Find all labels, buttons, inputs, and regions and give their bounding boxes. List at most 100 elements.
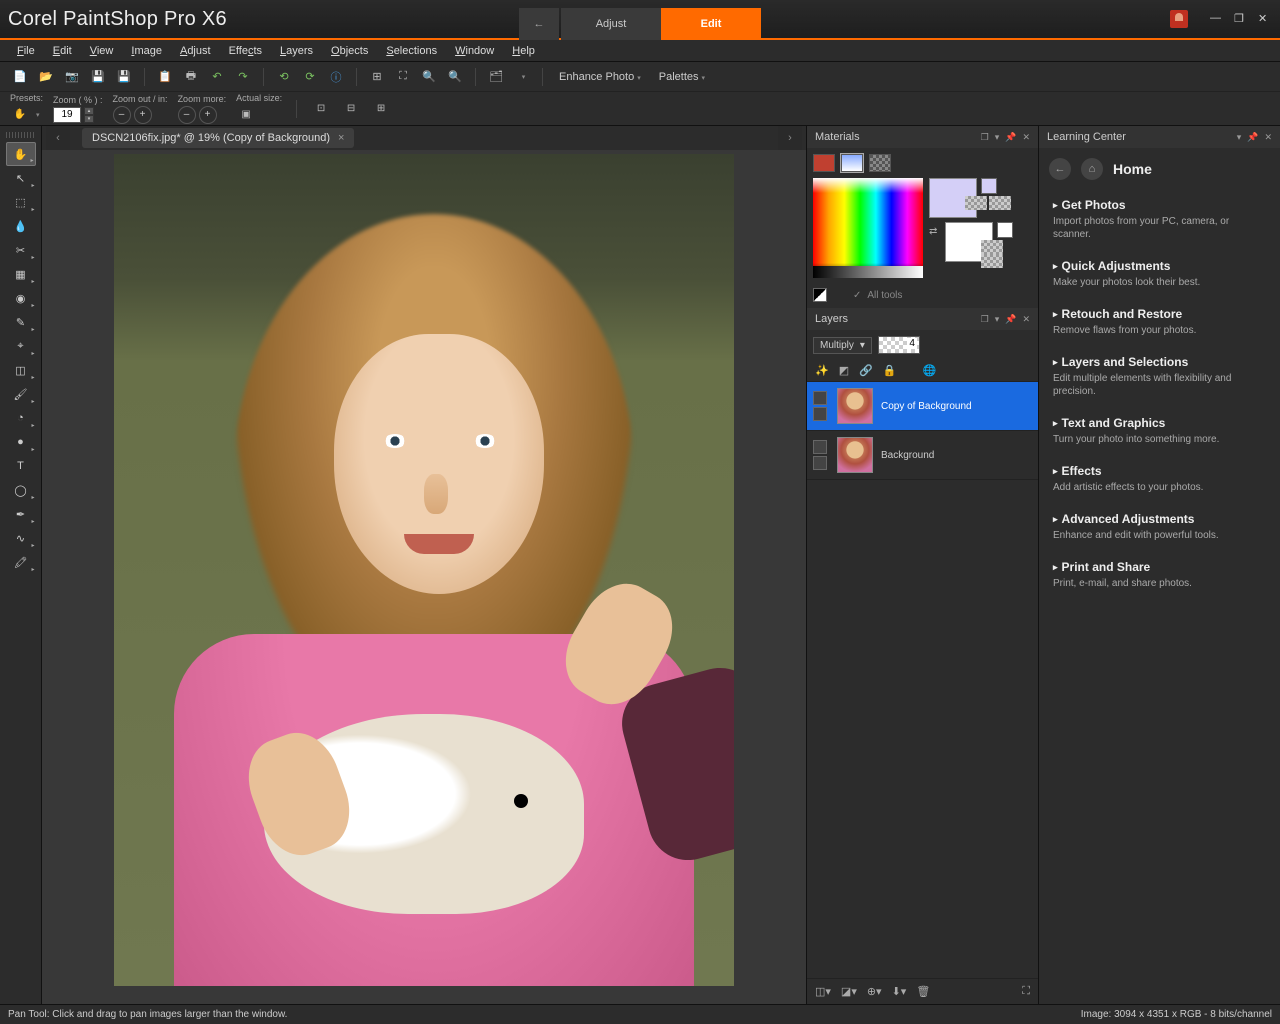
learning-section[interactable]: Get PhotosImport photos from your PC, ca… (1039, 190, 1280, 251)
layer-thumbnail[interactable] (837, 437, 873, 473)
mode-back-button[interactable]: ← (519, 8, 559, 40)
panel-window-icon[interactable]: ❐ (981, 314, 989, 325)
menu-view[interactable]: View (81, 42, 123, 60)
opacity-input[interactable]: 4 (878, 336, 920, 354)
layers-panel-header[interactable]: Layers ❐▾📌✕ (807, 308, 1038, 330)
color-picker-rainbow[interactable] (813, 178, 923, 278)
red-eye-tool[interactable]: ◉▸ (6, 286, 36, 310)
fit-window-icon[interactable]: ⊡ (311, 99, 331, 119)
zoom-in-icon[interactable]: 🔍 (419, 67, 439, 87)
swatch-mode-frame-icon[interactable] (813, 154, 835, 172)
learning-section[interactable]: EffectsAdd artistic effects to your phot… (1039, 456, 1280, 504)
layer-visibility-toggles[interactable] (813, 391, 829, 421)
save-as-icon[interactable]: 💾 (114, 67, 134, 87)
merge-icon[interactable]: ⬇▾ (892, 985, 907, 998)
menu-image[interactable]: Image (122, 42, 171, 60)
panel-close-icon[interactable]: ✕ (1022, 132, 1030, 143)
shape-tool[interactable]: ◯▸ (6, 478, 36, 502)
preset-pan-icon[interactable]: ✋ (10, 105, 30, 125)
layer-fx-icon[interactable]: ✨ (815, 364, 829, 377)
scratch-tool[interactable]: ◫▸ (6, 358, 36, 382)
copy-icon[interactable]: 📋 (155, 67, 175, 87)
maximize-button[interactable]: ❐ (1234, 12, 1248, 26)
zoom-out-more-icon[interactable]: – (178, 106, 196, 124)
resize-icon[interactable]: ⊞ (367, 67, 387, 87)
menu-effects[interactable]: Effects (220, 42, 271, 60)
menu-layers[interactable]: Layers (271, 42, 322, 60)
pan-tool[interactable]: ✋▸ (6, 142, 36, 166)
enhance-photo-menu[interactable]: Enhance Photo (553, 71, 647, 83)
straighten-tool[interactable]: ▦▸ (6, 262, 36, 286)
close-button[interactable]: ✕ (1258, 12, 1272, 26)
new-file-icon[interactable]: 📄 (10, 67, 30, 87)
user-account-icon[interactable] (1170, 10, 1188, 28)
open-file-icon[interactable]: 📂 (36, 67, 56, 87)
zoom-spinner[interactable]: ▴▾ (84, 107, 94, 123)
delete-layer-icon[interactable]: 🗑 (916, 985, 930, 998)
menu-help[interactable]: Help (503, 42, 544, 60)
crop-tool[interactable]: ✂▸ (6, 238, 36, 262)
document-tab[interactable]: DSCN2106fix.jpg* @ 19% (Copy of Backgrou… (82, 128, 354, 148)
learning-section[interactable]: Layers and SelectionsEdit multiple eleme… (1039, 347, 1280, 408)
layer-thumbnail[interactable] (837, 388, 873, 424)
save-icon[interactable]: 💾 (88, 67, 108, 87)
fit-screen-icon[interactable]: ⊟ (341, 99, 361, 119)
expand-layers-icon[interactable]: ⛶ (1022, 985, 1030, 998)
panel-pin-icon[interactable]: 📌 (1005, 132, 1016, 143)
warp-tool[interactable]: ∿▸ (6, 526, 36, 550)
panel-close-icon[interactable]: ✕ (1264, 132, 1272, 143)
zoom-in-more-icon[interactable]: + (199, 106, 217, 124)
learning-center-header[interactable]: Learning Center ▾📌✕ (1039, 126, 1280, 148)
actual-size-icon[interactable]: ▣ (236, 105, 256, 125)
image-canvas[interactable] (114, 154, 734, 986)
new-group-icon[interactable]: ⊕▾ (867, 985, 882, 998)
organizer-dropdown[interactable] (512, 67, 532, 87)
learning-section[interactable]: Quick AdjustmentsMake your photos look t… (1039, 251, 1280, 299)
twain-icon[interactable]: 📷 (62, 67, 82, 87)
zoom-out-step-icon[interactable]: – (113, 106, 131, 124)
fit-icon[interactable]: ⛶ (393, 67, 413, 87)
menu-adjust[interactable]: Adjust (171, 42, 220, 60)
new-layer-icon[interactable]: ◫▾ (815, 985, 831, 998)
prev-doc-button[interactable]: ‹ (46, 126, 70, 150)
pick-tool[interactable]: ↖▸ (6, 166, 36, 190)
learning-home-icon[interactable]: ⌂ (1081, 158, 1103, 180)
swap-colors-icon[interactable]: ⇄ (929, 226, 937, 237)
learning-back-icon[interactable]: ← (1049, 158, 1071, 180)
panel-menu-icon[interactable]: ▾ (995, 132, 1000, 143)
zoom-value-input[interactable] (53, 107, 81, 123)
bg-mini-swatch[interactable] (997, 222, 1013, 238)
bg-style-icon[interactable] (981, 240, 1003, 254)
bg-texture-icon[interactable] (981, 254, 1003, 268)
makeover-tool[interactable]: ✎▸ (6, 310, 36, 334)
redo-icon[interactable]: ↷ (233, 67, 253, 87)
next-doc-button[interactable]: › (778, 126, 802, 150)
fg-mini-swatch[interactable] (981, 178, 997, 194)
learning-section[interactable]: Retouch and RestoreRemove flaws from you… (1039, 299, 1280, 347)
layer-row[interactable]: Copy of Background (807, 382, 1038, 431)
text-tool[interactable]: T (6, 454, 36, 478)
organizer-icon[interactable]: 🗂 (486, 67, 506, 87)
layer-row[interactable]: Background (807, 431, 1038, 480)
layer-visibility-toggles[interactable] (813, 440, 829, 470)
layer-lock-icon[interactable]: 🔒 (883, 364, 897, 377)
zoom-out-icon[interactable]: 🔍 (445, 67, 465, 87)
preset-dropdown[interactable] (33, 109, 40, 120)
lighten-tool[interactable]: ●▸ (6, 430, 36, 454)
airbrush-tool[interactable]: ◔▸ (6, 406, 36, 430)
menu-edit[interactable]: Edit (44, 42, 81, 60)
document-close-icon[interactable]: × (338, 132, 344, 144)
mode-tab-adjust[interactable]: Adjust (561, 8, 661, 40)
toolbar-grip[interactable] (6, 132, 36, 138)
menu-objects[interactable]: Objects (322, 42, 377, 60)
layer-link-icon[interactable]: 🔗 (859, 364, 873, 377)
swatch-mode-swatches-icon[interactable] (869, 154, 891, 172)
learning-section[interactable]: Advanced AdjustmentsEnhance and edit wit… (1039, 504, 1280, 552)
panel-close-icon[interactable]: ✕ (1022, 314, 1030, 325)
default-colors-icon[interactable] (813, 288, 827, 302)
panel-window-icon[interactable]: ❐ (981, 132, 989, 143)
canvas-viewport[interactable] (42, 150, 806, 1004)
clone-tool[interactable]: ⌖▸ (6, 334, 36, 358)
mode-tab-edit[interactable]: Edit (661, 8, 761, 40)
fit-image-icon[interactable]: ⊞ (371, 99, 391, 119)
